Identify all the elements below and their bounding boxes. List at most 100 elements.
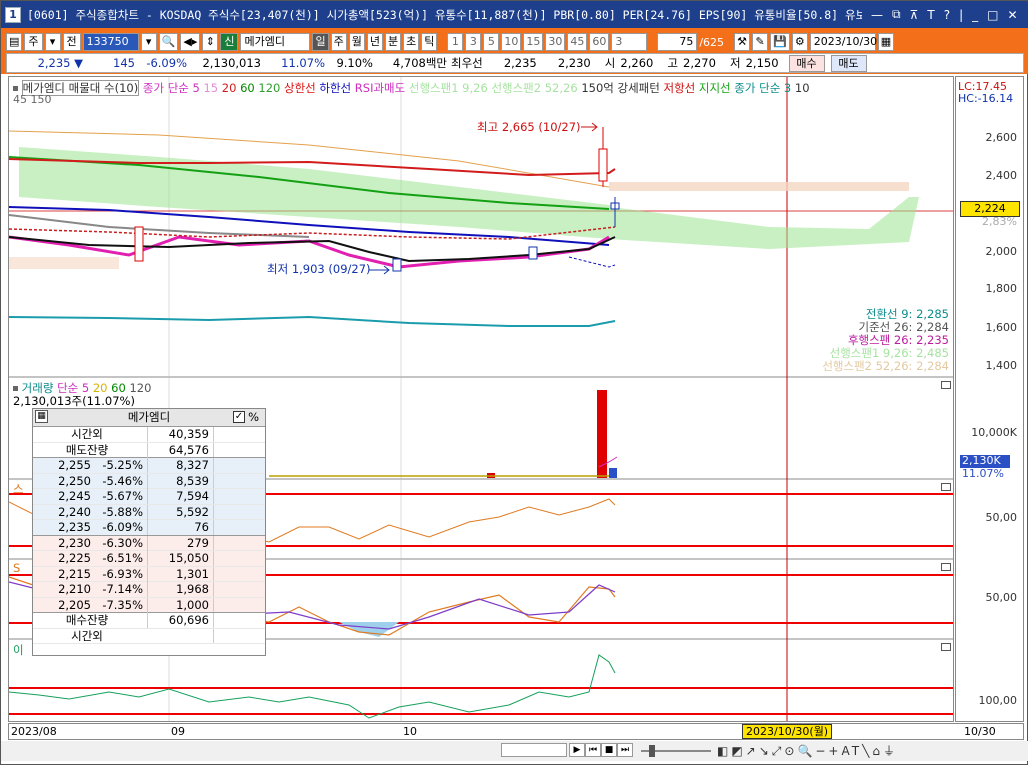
ask-row[interactable]: 2,245 -5.67% 7,594: [33, 489, 265, 505]
legend-item[interactable]: 종가 단순 3: [734, 81, 791, 95]
scroll-bar[interactable]: ▶ ⏮ ■ ⏭ ◧◩↗↘⤢⊙🔍−+AT╲⌂⏚: [1, 741, 1028, 761]
bid-row[interactable]: 2,205 -7.35% 1,000: [33, 597, 265, 613]
high-price: 2,270: [683, 56, 716, 70]
minus-icon[interactable]: —: [871, 8, 883, 22]
prev-icon[interactable]: ⏮: [585, 743, 601, 757]
period-select[interactable]: 주: [24, 33, 43, 51]
orderbook-popup[interactable]: ▦ 메가엠디 ✓ % 시간외 40,359 매도잔량 64,576 2,255 -5.…: [32, 408, 266, 656]
indicator-icon[interactable]: ⚒: [734, 33, 751, 51]
market-select[interactable]: 전: [62, 33, 81, 51]
chevron-down-icon[interactable]: ▾: [44, 33, 61, 51]
ask-row[interactable]: 2,235 -6.09% 76: [33, 520, 265, 536]
date-input[interactable]: 2023/10/30: [809, 33, 877, 51]
restore-icon[interactable]: ⧉: [892, 7, 901, 22]
stop-icon[interactable]: ■: [601, 743, 617, 757]
buy-button[interactable]: 매수: [788, 54, 825, 72]
legend-item[interactable]: 선행스팬2 52,26: [491, 81, 577, 95]
legend-item[interactable]: 120: [258, 81, 280, 95]
panel-close-icon[interactable]: [941, 563, 951, 571]
pin-icon[interactable]: ⊼: [910, 8, 919, 22]
minute-45[interactable]: 45: [567, 33, 588, 51]
save-icon[interactable]: 💾: [770, 33, 790, 51]
tab-month[interactable]: 월: [348, 33, 365, 51]
panel3-tick: 50,00: [985, 511, 1018, 524]
panel-close-icon[interactable]: [941, 483, 951, 491]
legend-item[interactable]: 선행스팬1 9,26: [409, 81, 488, 95]
resistance-band: [609, 182, 909, 191]
draw-icon[interactable]: ✎: [752, 33, 769, 51]
legend-item[interactable]: 20: [222, 81, 237, 95]
minute-3[interactable]: 3: [465, 33, 482, 51]
search-icon[interactable]: 🔍: [158, 33, 179, 51]
bid-row[interactable]: 2,230 -6.30% 279: [33, 535, 265, 551]
y-tick: 1,600: [985, 321, 1018, 334]
tab-year[interactable]: 년: [366, 33, 383, 51]
scroll-right-icon[interactable]: ▶: [569, 743, 585, 757]
ask-pct: -5.88%: [102, 504, 143, 519]
price-change: 145: [113, 56, 135, 70]
x-axis: 2023/08 09 10 2023/10/30(월) 10/30: [8, 723, 1024, 740]
chevron-down-icon[interactable]: ▾: [140, 33, 157, 51]
high-candle: [598, 148, 608, 182]
panel-close-icon[interactable]: [941, 643, 951, 651]
sell-button[interactable]: 매도: [830, 54, 867, 72]
gear-icon[interactable]: ⚙: [791, 33, 808, 51]
minute-10[interactable]: 10: [501, 33, 522, 51]
calendar-icon[interactable]: ▦: [877, 33, 895, 51]
legend-item[interactable]: 10: [795, 81, 810, 95]
toolbar: ▤ 주 ▾ 전 133750 ▾ 🔍 ◀▸ ⇕ 신 메가엠디 일 주 월 년 분…: [1, 28, 1028, 74]
next-icon[interactable]: ⏭: [617, 743, 633, 757]
volume-bar: [609, 468, 617, 478]
ask-row[interactable]: 2,255 -5.25% 8,327: [33, 458, 265, 474]
chart-window: 1 [0601] 주식종합차트 - KOSDAQ 주식수[23,407(천)] …: [0, 0, 1028, 765]
bid-row[interactable]: 2,225 -6.51% 15,050: [33, 551, 265, 567]
table-icon[interactable]: ▦: [35, 410, 48, 423]
percent-checkbox[interactable]: ✓: [233, 411, 245, 423]
stock-code-input[interactable]: 133750: [82, 33, 139, 51]
ask-price: 2,240: [58, 504, 91, 519]
y-tick: 1,800: [985, 282, 1018, 295]
legend-item[interactable]: RSI과매도: [355, 81, 405, 95]
tab-tick[interactable]: 틱: [421, 33, 438, 51]
legend-item[interactable]: 60: [240, 81, 255, 95]
tab-second[interactable]: 초: [403, 33, 420, 51]
legend-item[interactable]: 지지선: [699, 81, 731, 95]
sound-icon[interactable]: ◀▸: [180, 33, 201, 51]
high-label: 고: [667, 56, 678, 70]
font-icon[interactable]: T: [927, 8, 934, 22]
zoom-handle[interactable]: [649, 745, 655, 757]
help-icon[interactable]: ?: [944, 8, 950, 22]
legend-item[interactable]: 종가 단순 5: [143, 81, 200, 95]
orderbook-title: 메가엠디: [127, 410, 171, 424]
tab-minute[interactable]: 분: [384, 33, 402, 51]
close-icon[interactable]: ✕: [1007, 8, 1017, 22]
minimize-icon[interactable]: _: [972, 8, 978, 22]
bar-count-input[interactable]: 75: [657, 33, 698, 51]
ask-row[interactable]: 2,250 -5.46% 8,539: [33, 473, 265, 489]
bid-row[interactable]: 2,210 -7.14% 1,968: [33, 582, 265, 598]
minute-5[interactable]: 5: [483, 33, 500, 51]
tab-week[interactable]: 주: [330, 33, 347, 51]
volume-percent: 11.07%: [281, 56, 325, 70]
legend-item[interactable]: 저항선: [663, 81, 695, 95]
minute-15[interactable]: 15: [523, 33, 544, 51]
minute-30[interactable]: 30: [545, 33, 566, 51]
scroll-track[interactable]: [501, 743, 567, 757]
scroll-icon[interactable]: ⇕: [202, 33, 219, 51]
tab-day[interactable]: 일: [312, 33, 329, 51]
minute-1[interactable]: 1: [447, 33, 464, 51]
legend-item[interactable]: 150억 강세패턴: [581, 81, 660, 95]
orderbook-header: ▦ 메가엠디 ✓ %: [33, 409, 265, 427]
ask-row[interactable]: 2,240 -5.88% 5,592: [33, 504, 265, 520]
bid-row[interactable]: 2,215 -6.93% 1,301: [33, 566, 265, 582]
legend-item[interactable]: 하한선: [319, 81, 351, 95]
maximize-icon[interactable]: □: [987, 8, 998, 22]
stock-name: 메가엠디: [240, 33, 311, 51]
minute-60[interactable]: 60: [589, 33, 610, 51]
legend-item[interactable]: 상한선: [284, 81, 316, 95]
layout-icon[interactable]: ▤: [6, 33, 23, 51]
toolbar-icons[interactable]: ◧◩↗↘⤢⊙🔍−+AT╲⌂⏚: [717, 742, 898, 759]
interval-select[interactable]: 3: [611, 33, 648, 51]
panel-close-icon[interactable]: [941, 381, 951, 389]
legend-item[interactable]: 15: [203, 81, 218, 95]
